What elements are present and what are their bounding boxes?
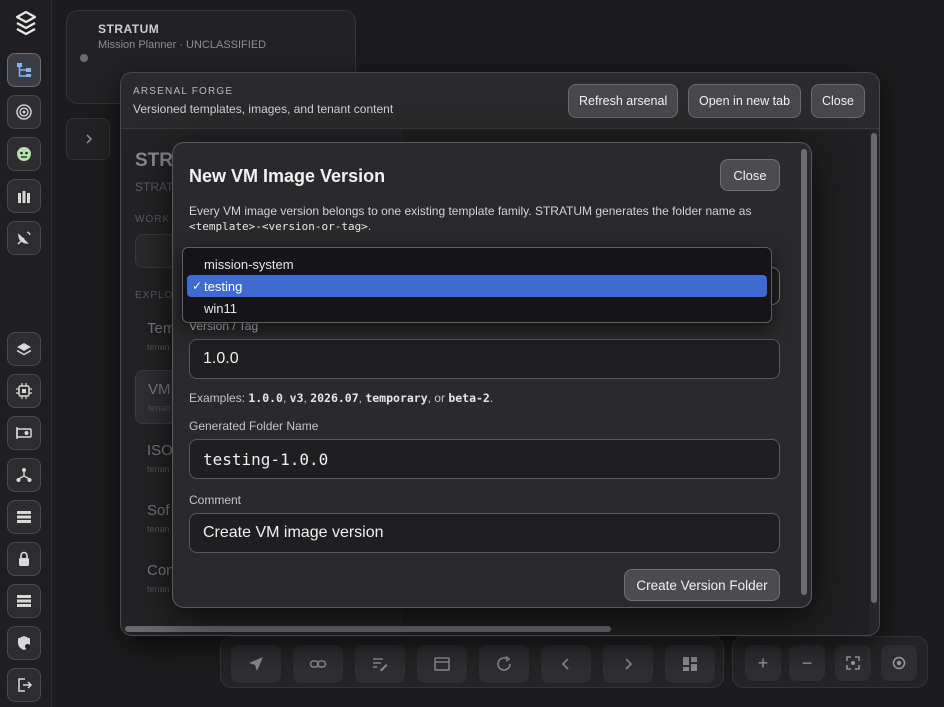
refresh-icon xyxy=(497,655,511,671)
dropdown-option-mission-system[interactable]: mission-system xyxy=(187,253,767,275)
forge-header: ARSENAL FORGE Versioned templates, image… xyxy=(121,73,879,129)
cpu-icon xyxy=(16,383,32,399)
chevron-right-icon xyxy=(86,134,93,144)
open-in-new-tab-button[interactable]: Open in new tab xyxy=(688,84,802,118)
rail-arsenal-button[interactable] xyxy=(7,179,41,213)
rail-target-button[interactable] xyxy=(7,95,41,129)
next-button[interactable] xyxy=(603,645,653,683)
checkmark-icon: ✓ xyxy=(192,279,203,293)
window-icon xyxy=(434,657,450,671)
version-tag-input[interactable]: 1.0.0 xyxy=(189,339,780,379)
robot-icon xyxy=(17,147,31,161)
dialog-close-button[interactable]: Close xyxy=(720,159,780,191)
rail-agent-button[interactable] xyxy=(7,137,41,171)
dialog-description: Every VM image version belongs to one ex… xyxy=(189,204,752,233)
fit-view-button[interactable] xyxy=(835,645,871,681)
target-icon xyxy=(16,104,32,120)
link-icon xyxy=(309,660,327,668)
map-toolbar xyxy=(220,636,724,688)
edit-list-icon xyxy=(373,658,388,672)
zoom-out-button[interactable]: − xyxy=(789,645,825,681)
chevron-left-icon xyxy=(561,658,569,670)
generated-folder-name-field: testing-1.0.0 xyxy=(189,439,780,479)
app-subtitle: Mission Planner · UNCLASSIFIED xyxy=(98,39,267,51)
rail-mission-tree-button[interactable] xyxy=(7,53,41,87)
expand-panel-button[interactable] xyxy=(66,118,110,160)
link-button[interactable] xyxy=(293,645,343,683)
locate-button[interactable] xyxy=(881,645,917,681)
dialog-title: New VM Image Version xyxy=(189,166,386,186)
fit-view-icon xyxy=(846,656,860,670)
lock-icon xyxy=(19,551,29,566)
refresh-button[interactable] xyxy=(479,645,529,683)
workspace-section-label: WORK xyxy=(135,214,171,225)
gpu-card-icon xyxy=(16,427,32,439)
server-stack-icon xyxy=(17,511,31,523)
logout-icon xyxy=(18,678,33,692)
forge-vertical-scrollbar[interactable] xyxy=(871,133,877,603)
rail-network-button[interactable] xyxy=(7,458,41,492)
rail-layers-button[interactable] xyxy=(7,332,41,366)
forge-sidebar-subtitle: STRAT xyxy=(135,180,174,194)
template-family-dropdown: mission-system ✓ testing win11 xyxy=(182,247,772,323)
comment-label: Comment xyxy=(189,493,242,507)
shield-gear-icon xyxy=(18,636,30,650)
locate-icon xyxy=(892,656,906,670)
zoom-controls: + − xyxy=(732,636,928,688)
window-button[interactable] xyxy=(417,645,467,683)
navigate-button[interactable] xyxy=(231,645,281,683)
zoom-in-button[interactable]: + xyxy=(745,645,781,681)
version-examples: Examples: 1.0.0, v3, 2026.07, temporary,… xyxy=(189,391,494,405)
previous-button[interactable] xyxy=(541,645,591,683)
ammo-icon xyxy=(18,191,30,203)
forge-close-button[interactable]: Close xyxy=(811,84,865,118)
forge-subtitle: Versioned templates, images, and tenant … xyxy=(133,102,394,116)
rail-logout-button[interactable] xyxy=(7,668,41,702)
rail-list-button[interactable] xyxy=(7,584,41,618)
layers-icon xyxy=(16,343,32,356)
dropdown-option-testing[interactable]: ✓ testing xyxy=(187,275,767,297)
navigate-arrow-icon xyxy=(249,657,263,671)
forge-horizontal-scrollbar[interactable] xyxy=(125,626,611,632)
rail-security-button[interactable] xyxy=(7,542,41,576)
tree-icon xyxy=(17,63,31,77)
create-version-folder-button[interactable]: Create Version Folder xyxy=(624,569,780,601)
forge-title: ARSENAL FORGE xyxy=(133,86,234,97)
list-icon xyxy=(17,595,31,607)
network-icon xyxy=(16,468,32,482)
dropdown-option-win11[interactable]: win11 xyxy=(187,297,767,319)
forge-sidebar-title: STR xyxy=(135,150,173,171)
comment-input[interactable]: Create VM image version xyxy=(189,513,780,553)
app-name: STRATUM xyxy=(98,22,160,36)
rail-shield-button[interactable] xyxy=(7,626,41,660)
explore-section-label: EXPLO xyxy=(135,290,174,301)
left-rail xyxy=(0,0,52,707)
edit-button[interactable] xyxy=(355,645,405,683)
dialog-scrollbar[interactable] xyxy=(801,149,807,595)
status-dot xyxy=(80,54,88,62)
minus-icon: − xyxy=(801,652,813,673)
satellite-dish-icon xyxy=(17,231,31,245)
rail-cpu-button[interactable] xyxy=(7,374,41,408)
rail-storage-button[interactable] xyxy=(7,500,41,534)
rail-satellite-button[interactable] xyxy=(7,221,41,255)
plus-icon: + xyxy=(757,652,769,673)
refresh-arsenal-button[interactable]: Refresh arsenal xyxy=(568,84,679,118)
stratum-logo-icon[interactable] xyxy=(11,8,41,38)
chevron-right-icon xyxy=(625,658,633,670)
new-vm-image-version-dialog: New VM Image Version Close Every VM imag… xyxy=(172,142,812,608)
folder-name-label: Generated Folder Name xyxy=(189,419,319,433)
dashboard-icon xyxy=(683,657,697,671)
dashboard-button[interactable] xyxy=(665,645,715,683)
rail-gpu-button[interactable] xyxy=(7,416,41,450)
